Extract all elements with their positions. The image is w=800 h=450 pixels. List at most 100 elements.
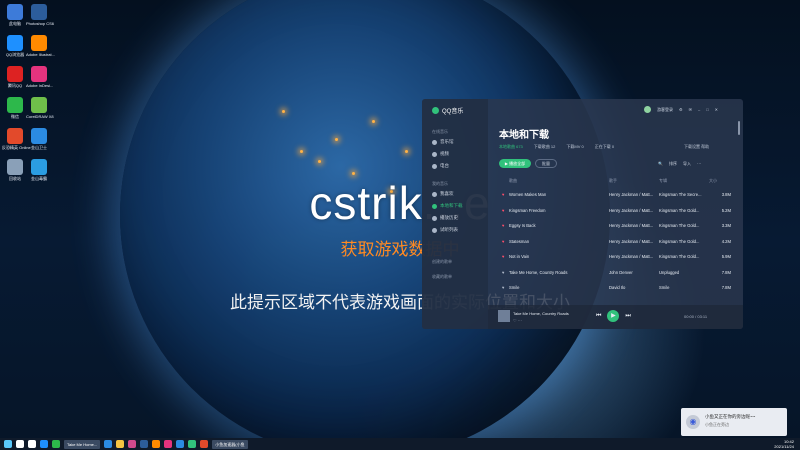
app-icon[interactable] <box>128 440 137 448</box>
sidebar-label: 电台 <box>440 163 449 168</box>
qq-browser-icon[interactable] <box>40 440 48 448</box>
play-button[interactable]: ▶ <box>607 310 620 322</box>
column-singer[interactable]: 歌手 <box>609 178 617 184</box>
photoshop-icon <box>31 4 47 20</box>
indesign-icon[interactable] <box>164 440 173 448</box>
tab-downloaded-songs[interactable]: 下载歌曲 12 <box>534 144 556 150</box>
desktop-shortcut[interactable]: Adobe Illustrat... <box>26 35 55 57</box>
table-row[interactable]: ♥ Smile David Ilo Smile 7.8M <box>499 281 733 295</box>
sidebar-item-history[interactable]: 播放历史 <box>432 215 458 221</box>
search-icon[interactable] <box>16 440 24 448</box>
heart-icon[interactable]: ♥ <box>502 223 505 228</box>
toast-title: 小鱼又正在你的旁边呢~~ <box>705 414 756 419</box>
action-buttons: ▶ 播放全部 批量 <box>499 159 557 168</box>
import-button[interactable]: 导入 <box>683 161 691 167</box>
desktop-shortcut[interactable]: CorelDRAW X8 <box>26 97 54 119</box>
playback-bar: Take Me Home, Country Roads ♡ ⋯ ⏮ ▶ ⏭ 00… <box>488 305 743 329</box>
desktop-shortcut[interactable]: 腾讯QQ <box>2 66 28 88</box>
sidebar-item-trial[interactable]: 试听列表 <box>432 227 458 233</box>
heart-icon[interactable]: ♥ <box>502 208 505 213</box>
column-size[interactable]: 大小 <box>709 178 717 184</box>
notification-toast[interactable]: ◉ 小鱼又正在你的旁边呢~~ 小鱼正在旁边 <box>681 408 787 436</box>
explorer-icon[interactable] <box>116 440 125 448</box>
city-lights <box>318 160 321 163</box>
desktop-shortcut[interactable]: Adobe InDesi... <box>26 66 53 88</box>
sidebar-item-video[interactable]: 视频 <box>432 151 449 157</box>
wechat-icon[interactable] <box>52 440 60 448</box>
song-album: Unplugged <box>659 269 680 275</box>
sidebar-item-music-hall[interactable]: 音乐馆 <box>432 139 454 145</box>
download-settings-link[interactable]: 下载设置 帮助 <box>684 144 709 150</box>
table-row[interactable]: ♥ Women Makes Man Henry Jackman / Matt... K… <box>499 188 733 202</box>
illustrator-icon[interactable] <box>152 440 161 448</box>
antivirus-icon <box>31 159 47 175</box>
minimize-icon[interactable]: – <box>698 107 700 112</box>
album-cover[interactable] <box>498 310 510 322</box>
next-icon[interactable]: ⏭ <box>625 313 630 320</box>
sidebar-item-liked[interactable]: 我喜欢 <box>432 191 454 197</box>
column-album[interactable]: 专辑 <box>659 178 667 184</box>
batch-button[interactable]: 批量 <box>535 159 557 168</box>
shield-icon[interactable] <box>176 440 185 448</box>
close-icon[interactable]: ✕ <box>715 107 718 112</box>
maximize-icon[interactable]: □ <box>706 107 708 112</box>
windows-start-icon[interactable] <box>4 440 12 448</box>
desktop-shortcut[interactable]: 反恐精英 Online <box>2 128 31 150</box>
table-row[interactable]: ♥ Kingsman Freedom Henry Jackman / Matt...… <box>499 204 733 218</box>
table-row[interactable]: ♥ Take Me Home, Country Roads John Denver U… <box>499 266 733 280</box>
heart-icon[interactable]: ♥ <box>502 254 505 259</box>
edge-icon[interactable] <box>104 440 113 448</box>
qq-music-window[interactable]: QQ音乐 在线音乐 音乐馆 视频 电台 我的音乐 我喜欢 本地和下载 播放历史 … <box>422 99 743 329</box>
qq-music-icon[interactable] <box>188 440 197 448</box>
sidebar-item-radio[interactable]: 电台 <box>432 163 449 169</box>
sidebar-label: 本地和下载 <box>440 203 463 208</box>
cs-online-icon[interactable] <box>200 440 209 448</box>
heart-icon[interactable]: ♥ <box>502 239 505 244</box>
task-view-icon[interactable] <box>28 440 36 448</box>
song-size: 7.8M <box>721 285 731 290</box>
now-playing-actions[interactable]: ♡ ⋯ <box>513 318 522 323</box>
list-icon <box>432 227 437 233</box>
previous-icon[interactable]: ⏮ <box>596 313 601 320</box>
table-row[interactable]: ♥ Statesman Henry Jackman / Matt... Kingsma… <box>499 235 733 249</box>
settings-icon[interactable]: ⚙ <box>679 107 683 112</box>
qq-browser-icon <box>7 35 23 51</box>
table-row[interactable]: ♥ Eggsy Is Back Henry Jackman / Matt... Kin… <box>499 219 733 233</box>
tab-local-songs[interactable]: 本地歌曲 673 <box>499 144 523 150</box>
song-size: 3.3M <box>721 223 731 228</box>
heart-outline-icon[interactable]: ♥ <box>502 270 505 275</box>
clock-date: 2021/11/24 <box>774 444 794 449</box>
desktop-shortcut[interactable]: 金山卫士 <box>26 128 52 150</box>
desktop-shortcut[interactable]: 此电脑 <box>2 4 28 26</box>
table-row[interactable]: ♥ Not in Vain Henry Jackman / Matt... Kings… <box>499 250 733 264</box>
song-singer: John Denver <box>609 269 633 275</box>
desktop-shortcut[interactable]: Photoshop CS6 <box>26 4 54 26</box>
system-clock[interactable]: 10:42 2021/11/24 <box>774 439 794 449</box>
photoshop-icon[interactable] <box>140 440 149 448</box>
window-topbar: 游客登录 ⚙ ✉ – □ ✕ <box>644 106 718 113</box>
heart-icon[interactable]: ♥ <box>502 192 505 197</box>
tab-downloaded-mv[interactable]: 下载MV 0 <box>566 144 583 150</box>
mail-icon[interactable]: ✉ <box>689 107 692 112</box>
desktop-shortcut[interactable]: QQ浏览器 <box>2 35 28 57</box>
play-all-button[interactable]: ▶ 播放全部 <box>499 159 531 168</box>
desktop-shortcut[interactable]: 微信 <box>2 97 28 119</box>
coreldraw-icon <box>31 97 47 113</box>
avatar[interactable] <box>644 106 651 113</box>
column-title[interactable]: 歌曲 <box>509 178 517 184</box>
search-icon[interactable]: 🔍 <box>658 161 663 167</box>
sidebar-item-local[interactable]: 本地和下载 <box>432 203 463 209</box>
desktop-shortcut-label: 反恐精英 Online <box>2 145 31 150</box>
illustrator-icon <box>31 35 47 51</box>
heart-outline-icon[interactable]: ♥ <box>502 285 505 290</box>
sidebar-section-created: 创建的歌单 <box>432 259 452 264</box>
download-icon <box>432 203 437 209</box>
scrollbar[interactable] <box>738 121 740 135</box>
tab-downloading[interactable]: 正在下载 0 <box>595 144 614 150</box>
taskbar-accelerator-app[interactable]: 小鱼加速器(小鱼 <box>212 439 248 449</box>
taskbar: Take Me Home... 小鱼加速器(小鱼 10:42 2021/11/24 <box>0 438 800 450</box>
taskbar-active-app[interactable]: Take Me Home... <box>64 439 101 449</box>
more-icon[interactable]: ⋯ <box>697 161 701 167</box>
sort-button[interactable]: 排序 <box>669 161 677 167</box>
user-name[interactable]: 游客登录 <box>657 107 673 113</box>
